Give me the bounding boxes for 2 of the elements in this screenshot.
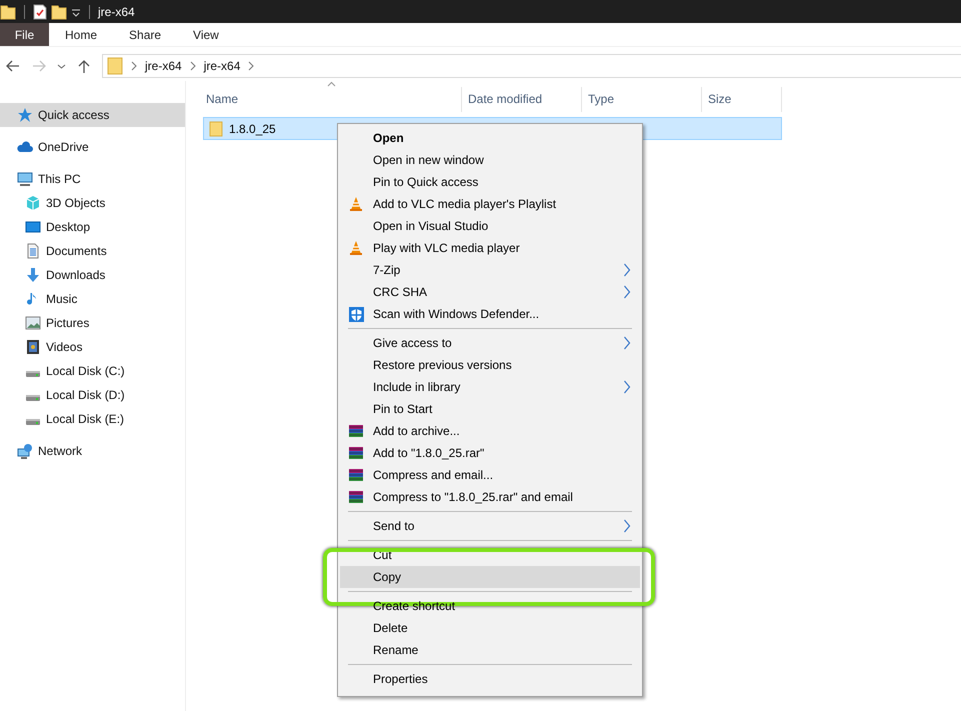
window-title: jre-x64 [98,4,135,18]
file-name: 1.8.0_25 [229,122,276,136]
